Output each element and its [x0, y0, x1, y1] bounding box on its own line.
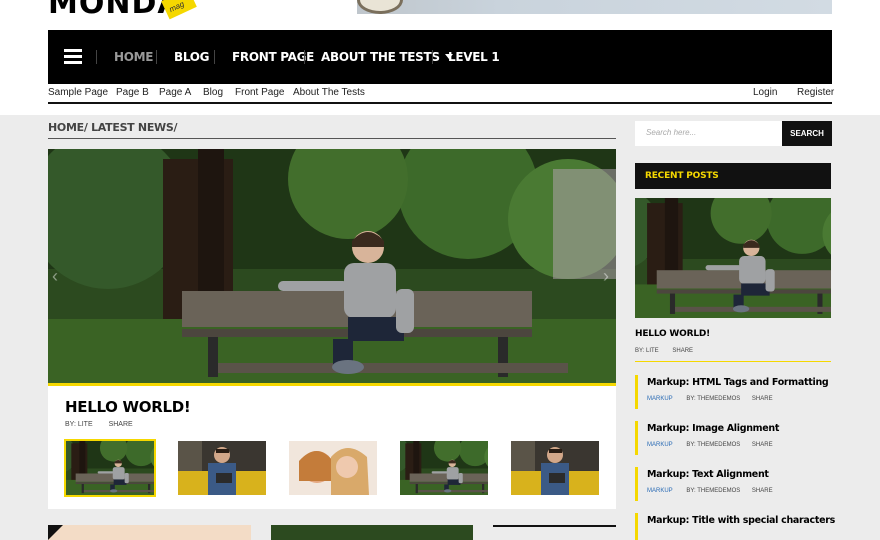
slider-thumbnail[interactable] — [289, 441, 377, 495]
nav-separator — [304, 50, 305, 64]
share-link[interactable]: SHARE — [109, 421, 133, 428]
hamburger-menu-icon[interactable] — [64, 49, 82, 64]
recent-post-item-title[interactable]: Markup: Image Alignment — [647, 423, 779, 434]
slider-thumbnail[interactable] — [64, 439, 156, 497]
recent-post-item-meta: MARKUP BY: THEMEDEMOS SHARE — [647, 442, 773, 448]
breadcrumb: Home/ Latest News/ — [48, 121, 178, 134]
nav-separator — [432, 50, 433, 64]
nav-item-blog[interactable]: Blog — [174, 50, 210, 64]
breadcrumb-current: Latest News/ — [91, 121, 178, 134]
lightning-icon — [48, 525, 63, 540]
secondary-nav: Sample Page Page B Page A Blog Front Pag… — [48, 87, 834, 101]
featured-slider-image[interactable] — [48, 149, 616, 385]
category-link[interactable]: MARKUP — [647, 396, 673, 402]
widget-divider — [635, 361, 831, 362]
subnav-item-blog[interactable]: Blog — [203, 87, 223, 98]
subnav-item-about-the-tests[interactable]: About The Tests — [293, 87, 365, 98]
accent-bar — [635, 421, 638, 455]
nav-separator — [214, 50, 215, 64]
featured-post-meta: BY: LITE SHARE — [65, 421, 147, 428]
subnav-item-page-a[interactable]: Page A — [159, 87, 191, 98]
share-link[interactable]: SHARE — [672, 348, 693, 354]
recent-post-item-title[interactable]: Markup: Text Alignment — [647, 469, 769, 480]
share-link[interactable]: SHARE — [752, 396, 773, 402]
nav-item-front-page[interactable]: Front Page — [232, 50, 314, 64]
post-author[interactable]: BY: LITE — [65, 421, 93, 428]
recent-posts-header: RECENT POSTS — [635, 163, 831, 189]
nav-item-level-1[interactable]: Level 1 — [448, 50, 500, 64]
post-author[interactable]: BY: THEMEDEMOS — [686, 488, 740, 494]
post-author[interactable]: BY: THEMEDEMOS — [686, 396, 740, 402]
recent-post-item-title[interactable]: Markup: HTML Tags and Formatting — [647, 377, 829, 388]
recent-post-item: Markup: Title with special characters — [635, 513, 835, 540]
post-card-thumbnail[interactable] — [48, 525, 251, 540]
chevron-left-icon[interactable]: ‹ — [52, 266, 58, 287]
login-link[interactable]: Login — [753, 87, 777, 98]
breadcrumb-divider — [48, 138, 616, 139]
post-author[interactable]: BY: THEMEDEMOS — [686, 442, 740, 448]
featured-post-card: HELLO WORLD! BY: LITE SHARE — [48, 386, 616, 509]
nav-separator — [156, 50, 157, 64]
slider-thumbnail[interactable] — [511, 441, 599, 495]
header-banner[interactable] — [357, 0, 832, 14]
category-link[interactable]: MARKUP — [647, 488, 673, 494]
category-link[interactable]: MARKUP — [647, 442, 673, 448]
subnav-divider — [48, 102, 832, 104]
nav-separator — [96, 50, 97, 64]
post-card-header — [493, 525, 616, 540]
recent-post-item-meta: MARKUP BY: THEMEDEMOS SHARE — [647, 488, 773, 494]
recent-post-meta: BY: LITE SHARE — [635, 348, 705, 354]
subnav-item-sample-page[interactable]: Sample Page — [48, 87, 108, 98]
share-link[interactable]: SHARE — [752, 488, 773, 494]
chevron-right-icon[interactable]: › — [603, 266, 609, 287]
recent-posts-heading: RECENT POSTS — [645, 171, 719, 181]
slider-thumbnail[interactable] — [400, 441, 488, 495]
recent-post-item-meta: MARKUP BY: THEMEDEMOS SHARE — [647, 396, 773, 402]
recent-post-title[interactable]: HELLO WORLD! — [635, 329, 710, 339]
recent-post-item: Markup: Text Alignment MARKUP BY: THEMED… — [635, 467, 831, 501]
accent-bar — [635, 513, 638, 540]
search-button[interactable]: SEARCH — [782, 121, 832, 146]
share-link[interactable]: SHARE — [752, 442, 773, 448]
nav-item-about-label: About The Tests — [321, 50, 440, 64]
recent-post-image[interactable] — [635, 198, 831, 318]
post-card-thumbnail[interactable] — [271, 525, 473, 540]
breadcrumb-home[interactable]: Home/ — [48, 121, 88, 134]
recent-post-item: Markup: Image Alignment MARKUP BY: THEME… — [635, 421, 831, 455]
recent-post-item: Markup: HTML Tags and Formatting MARKUP … — [635, 375, 831, 409]
nav-item-home[interactable]: Home — [114, 50, 153, 64]
accent-bar — [635, 375, 638, 409]
post-author[interactable]: BY: LITE — [635, 348, 659, 354]
slider-thumbnail[interactable] — [178, 441, 266, 495]
recent-post-item-title[interactable]: Markup: Title with special characters — [647, 515, 835, 526]
subnav-item-page-b[interactable]: Page B — [116, 87, 149, 98]
register-link[interactable]: Register — [797, 87, 834, 98]
main-nav: Home Blog Front Page About The Tests Lev… — [48, 30, 832, 84]
accent-bar — [635, 467, 638, 501]
featured-image — [48, 149, 616, 385]
subnav-item-front-page[interactable]: Front Page — [235, 87, 284, 98]
featured-post-title[interactable]: HELLO WORLD! — [65, 398, 191, 416]
search-input[interactable]: Search here... — [635, 121, 782, 146]
